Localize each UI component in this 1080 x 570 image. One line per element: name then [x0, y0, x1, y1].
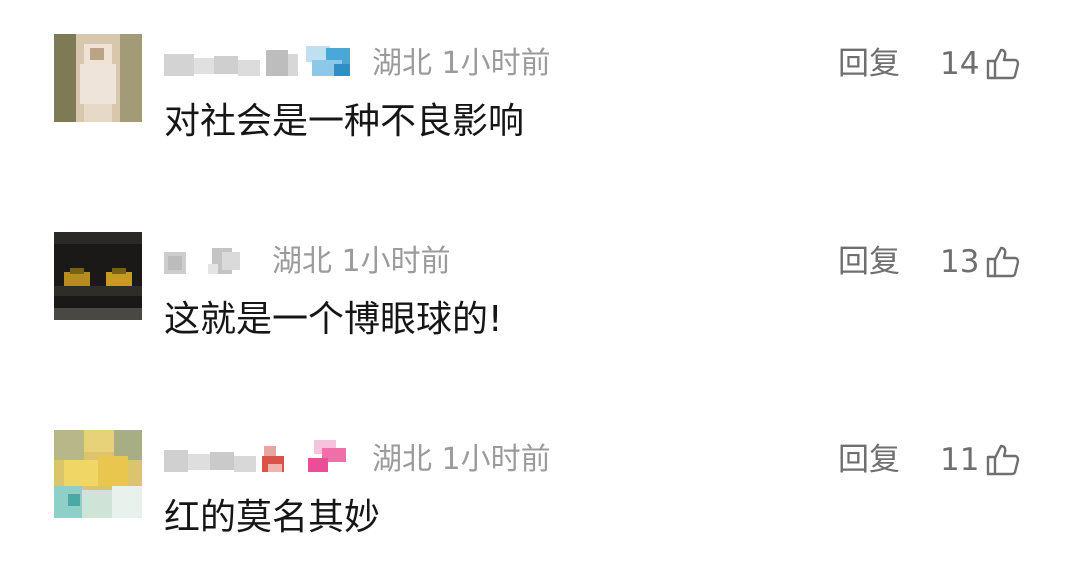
avatar[interactable] — [54, 34, 142, 122]
comment-text: 对社会是一种不良影响 — [164, 101, 525, 142]
avatar[interactable] — [54, 430, 142, 518]
timestamp: 1小时前 — [441, 46, 551, 81]
thumbs-up-icon[interactable] — [985, 244, 1021, 280]
username-blurred[interactable] — [164, 42, 354, 82]
avatar-dark-eyes-icon — [54, 232, 142, 320]
like-button[interactable]: 13 — [940, 242, 1021, 282]
like-count: 11 — [940, 442, 980, 478]
like-count: 14 — [940, 46, 980, 82]
thumbs-up-icon[interactable] — [985, 442, 1021, 478]
reply-button[interactable]: 回复 — [838, 442, 900, 478]
comment-item: 湖北 1小时前 回复 14 对社会是一种不良影响 — [0, 34, 1080, 174]
username-blurred[interactable] — [164, 438, 354, 478]
username-blurred[interactable] — [164, 240, 264, 280]
location: 湖北 — [372, 442, 432, 477]
timestamp: 1小时前 — [341, 244, 451, 279]
location-time: 湖北 1小时前 — [372, 442, 551, 478]
avatar-photo-person-icon — [54, 34, 142, 122]
like-count: 13 — [940, 244, 980, 280]
comment-text: 红的莫名其妙 — [164, 497, 381, 538]
avatar[interactable] — [54, 232, 142, 320]
location-time: 湖北 1小时前 — [372, 46, 551, 82]
avatar-yellow-flowers-icon — [54, 430, 142, 518]
timestamp: 1小时前 — [441, 442, 551, 477]
comment-text: 这就是一个博眼球的! — [164, 299, 503, 340]
like-button[interactable]: 14 — [940, 44, 1021, 84]
comment-item: 湖北 1小时前 回复 13 这就是一个博眼球的! — [0, 232, 1080, 372]
location: 湖北 — [272, 244, 332, 279]
location-time: 湖北 1小时前 — [272, 244, 451, 280]
comment-item: 湖北 1小时前 回复 11 红的莫名其妙 — [0, 430, 1080, 570]
thumbs-up-icon[interactable] — [985, 46, 1021, 82]
like-button[interactable]: 11 — [940, 440, 1021, 480]
location: 湖北 — [372, 46, 432, 81]
reply-button[interactable]: 回复 — [838, 244, 900, 280]
reply-button[interactable]: 回复 — [838, 46, 900, 82]
